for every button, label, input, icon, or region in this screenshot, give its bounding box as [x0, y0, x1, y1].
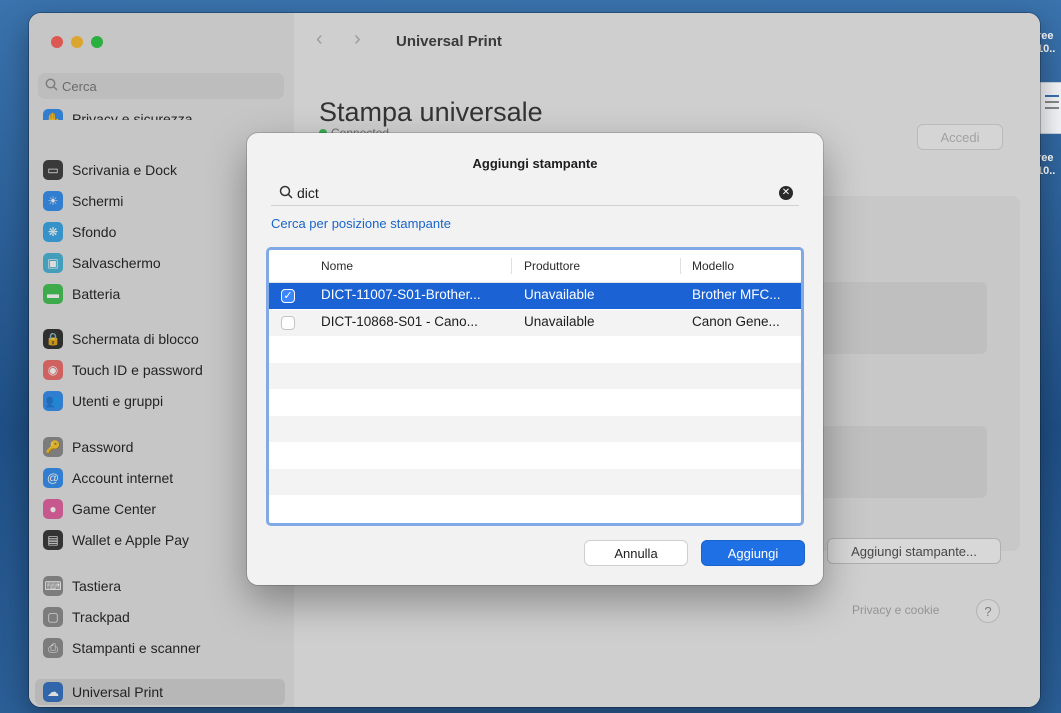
- desktop-item-label-top: ree 10..: [1037, 30, 1056, 55]
- printer-table: Nome Produttore Modello ✓ DICT-11007-S01-…: [266, 247, 804, 526]
- table-row-empty: [269, 415, 801, 442]
- column-header-name[interactable]: Nome: [321, 259, 353, 273]
- cell-name: DICT-11007-S01-Brother...: [321, 287, 481, 302]
- table-row-empty: [269, 468, 801, 495]
- cell-manufacturer: Unavailable: [524, 287, 595, 302]
- cell-manufacturer: Unavailable: [524, 313, 595, 329]
- desktop-item-label-bottom: ree 10..: [1037, 152, 1056, 177]
- clear-search-icon[interactable]: ✕: [779, 186, 793, 200]
- row-checkbox[interactable]: [281, 315, 295, 330]
- column-separator: [511, 258, 512, 274]
- row-checkbox[interactable]: ✓: [281, 289, 295, 303]
- table-row[interactable]: ✓ DICT-11007-S01-Brother... Unavailable Bro…: [269, 283, 801, 309]
- cell-model: Brother MFC...: [692, 287, 781, 302]
- table-row-empty: [269, 495, 801, 521]
- add-button[interactable]: Aggiungi: [701, 540, 805, 566]
- table-row[interactable]: DICT-10868-S01 - Cano... Unavailable Canon…: [269, 309, 801, 336]
- printer-search-field[interactable]: dict ✕: [271, 181, 799, 206]
- table-header: Nome Produttore Modello: [269, 250, 801, 283]
- cell-name: DICT-10868-S01 - Cano...: [321, 313, 478, 329]
- table-row-empty: [269, 362, 801, 389]
- search-icon: [279, 185, 293, 202]
- table-row-empty: [269, 389, 801, 415]
- cancel-button[interactable]: Annulla: [584, 540, 688, 566]
- desktop-document-thumbnail[interactable]: [1038, 82, 1061, 134]
- search-by-location-link[interactable]: Cerca per posizione stampante: [271, 216, 451, 231]
- add-printer-dialog: Aggiungi stampante dict ✕ Cerca per posi…: [247, 133, 823, 585]
- column-separator: [680, 258, 681, 274]
- column-header-manufacturer[interactable]: Produttore: [524, 259, 580, 273]
- dialog-title: Aggiungi stampante: [472, 156, 598, 171]
- table-row-empty: [269, 442, 801, 468]
- printer-search-value[interactable]: dict: [297, 185, 779, 201]
- table-row-empty: [269, 336, 801, 362]
- column-header-model[interactable]: Modello: [692, 259, 734, 273]
- cell-model: Canon Gene...: [692, 313, 780, 329]
